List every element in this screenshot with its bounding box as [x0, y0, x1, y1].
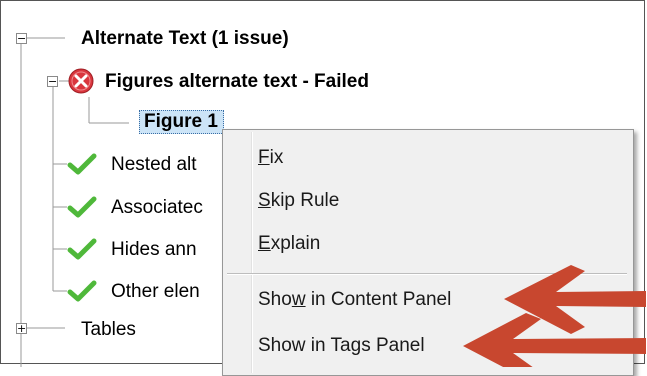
tree-item-figure-1[interactable]: Figure 1 [139, 110, 224, 134]
menu-item-show-in-tags-panel[interactable]: Show in Tags Panel [258, 335, 425, 357]
tree-rule-associated[interactable]: Associatec [111, 197, 203, 219]
menu-item-show-in-content-panel[interactable]: Show in Content Panel [258, 289, 451, 311]
menu-gutter [251, 132, 253, 373]
menu-item-skip-rule[interactable]: Skip Rule [258, 190, 339, 212]
green-checkmark-icon [67, 153, 97, 175]
context-menu: Fix Skip Rule Explain Show in Content Pa… [222, 129, 634, 376]
menu-separator [227, 273, 627, 275]
tree-rule-figures-alternate-text[interactable]: Figures alternate text - Failed [105, 71, 369, 93]
expand-toggle-tables[interactable]: + [16, 323, 27, 334]
collapse-toggle-alternate-text[interactable]: − [16, 33, 27, 44]
tree-rule-hides-annotation[interactable]: Hides ann [111, 239, 197, 261]
menu-item-explain[interactable]: Explain [258, 233, 320, 255]
green-checkmark-icon [67, 280, 97, 302]
green-checkmark-icon [67, 196, 97, 218]
collapse-toggle-figures-rule[interactable]: − [47, 76, 58, 87]
tree-group-tables[interactable]: Tables [81, 319, 136, 341]
tree-rule-other-elements[interactable]: Other elen [111, 281, 200, 303]
red-x-circle-icon [68, 68, 94, 94]
tree-group-alternate-text[interactable]: Alternate Text (1 issue) [81, 28, 289, 50]
accessibility-checker-panel: − Alternate Text (1 issue) − Figures alt… [0, 0, 646, 376]
menu-item-fix[interactable]: Fix [258, 147, 283, 169]
green-checkmark-icon [67, 238, 97, 260]
tree-rule-nested-alt[interactable]: Nested alt [111, 154, 197, 176]
